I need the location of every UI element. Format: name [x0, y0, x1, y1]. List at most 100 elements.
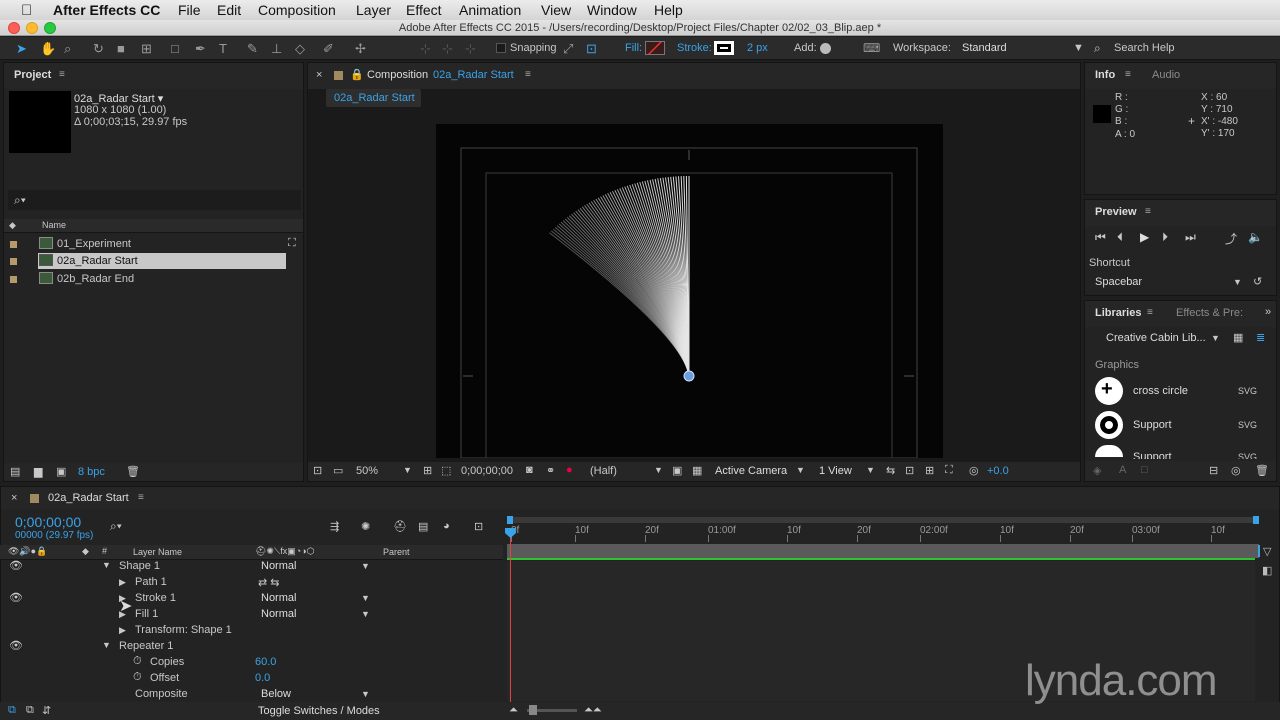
add-text-icon[interactable]: A: [1119, 464, 1126, 476]
lock-icon[interactable]: 🔒: [350, 68, 364, 81]
search-icon[interactable]: ⌕▾: [110, 519, 122, 534]
frame-blending-icon[interactable]: ▤: [418, 520, 428, 533]
layer-row[interactable]: ▶ Fill 1 Normal ▼: [0, 607, 503, 623]
layer-row[interactable]: ▶ Transform: Shape 1: [0, 623, 503, 639]
close-window-button[interactable]: [8, 22, 20, 34]
chevron-down-icon[interactable]: ▼: [796, 465, 805, 475]
library-dropdown[interactable]: Creative Cabin Lib...: [1106, 332, 1206, 344]
chevron-down-icon[interactable]: ▼: [866, 465, 875, 475]
library-item-name[interactable]: Support: [1133, 419, 1172, 431]
work-area-bar[interactable]: [507, 516, 1259, 524]
roto-brush-tool-icon[interactable]: ✐: [323, 41, 334, 57]
zoom-in-icon[interactable]: ⏶⏶: [584, 704, 602, 717]
layer-row[interactable]: 👁 ▶ Stroke 1 Normal ▼: [0, 591, 503, 607]
brush-tool-icon[interactable]: ✎: [247, 41, 258, 57]
last-frame-icon[interactable]: ⏭: [1185, 230, 1196, 245]
project-tab[interactable]: Project: [14, 69, 51, 81]
comp-tab-name[interactable]: 02a_Radar Start: [433, 69, 514, 81]
menu-view[interactable]: View: [541, 2, 571, 18]
play-icon[interactable]: ▶: [1140, 230, 1149, 244]
exposure-reset-icon[interactable]: ◎: [969, 464, 979, 477]
timeline-tab[interactable]: 02a_Radar Start: [48, 492, 129, 504]
layer-row[interactable]: ⏱ Offset 0.0: [0, 671, 503, 687]
graph-button-icon[interactable]: ◧: [1262, 564, 1272, 577]
trash-icon[interactable]: 🗑: [126, 465, 140, 478]
snap-features-icon[interactable]: ⊡: [586, 41, 597, 57]
shortcut-dropdown[interactable]: Spacebar: [1095, 276, 1142, 288]
reset-icon[interactable]: ↺: [1253, 275, 1262, 288]
fill-swatch[interactable]: [645, 41, 665, 55]
fill-label[interactable]: Fill:: [625, 42, 642, 54]
pen-tool-icon[interactable]: ✒: [195, 41, 206, 57]
library-item-name[interactable]: Support: [1133, 451, 1172, 459]
grid-view-icon[interactable]: ▦: [1233, 331, 1243, 344]
menu-window[interactable]: Window: [587, 2, 637, 18]
stroke-label[interactable]: Stroke:: [677, 42, 712, 54]
expand-triangle-icon[interactable]: ▼: [102, 640, 111, 650]
view-layout-dropdown[interactable]: 1 View: [819, 465, 852, 477]
snap-edges-icon[interactable]: ⤢: [563, 41, 573, 57]
add-menu-icon[interactable]: [820, 43, 831, 54]
chevron-down-icon[interactable]: ▼: [1233, 277, 1242, 287]
toggle-switches-modes-button[interactable]: Toggle Switches / Modes: [258, 705, 380, 717]
blend-mode-dropdown[interactable]: Normal: [261, 560, 296, 572]
preview-tab[interactable]: Preview: [1095, 206, 1137, 218]
comp-button-icon[interactable]: ▽: [1263, 545, 1271, 558]
path-direction-icon[interactable]: ⇄ ⇆: [258, 576, 280, 589]
show-snapshot-icon[interactable]: ⚭: [546, 464, 555, 477]
list-view-icon[interactable]: ≣: [1256, 331, 1265, 344]
minimize-window-button[interactable]: [26, 22, 38, 34]
project-item[interactable]: 01_Experiment ⛶: [4, 236, 303, 252]
offset-value[interactable]: 0.0: [255, 672, 270, 684]
zoom-out-icon[interactable]: ⏶: [509, 704, 518, 717]
name-column-header[interactable]: Name: [42, 220, 66, 230]
first-frame-icon[interactable]: ⏮: [1095, 230, 1106, 245]
chevron-down-icon[interactable]: ▼: [361, 689, 370, 699]
work-area-end[interactable]: [1253, 516, 1259, 524]
puppet-pin-tool-icon[interactable]: ✢: [355, 41, 366, 57]
add-color-icon[interactable]: ◈: [1093, 464, 1101, 477]
layer-row[interactable]: 👁 ▼ Repeater 1: [0, 639, 503, 655]
workspace-dropdown[interactable]: Standard: [962, 42, 1007, 54]
comp-viewer[interactable]: [436, 124, 943, 458]
layer-switches-toggle-icon[interactable]: ⧉: [8, 704, 16, 717]
app-menu[interactable]: After Effects CC: [53, 2, 160, 18]
composite-dropdown[interactable]: Below: [261, 688, 291, 700]
comp-mini-flowchart-icon[interactable]: ⇶: [330, 520, 339, 533]
rectangle-tool-icon[interactable]: □: [171, 41, 179, 56]
work-area-start[interactable]: [507, 516, 513, 524]
menu-animation[interactable]: Animation: [459, 2, 521, 18]
chevron-down-icon[interactable]: ▼: [654, 465, 663, 475]
comp-timecode[interactable]: 0;00;00;00: [461, 465, 513, 477]
menu-help[interactable]: Help: [654, 2, 683, 18]
stroke-width-value[interactable]: 2 px: [747, 42, 768, 54]
zoom-window-button[interactable]: [44, 22, 56, 34]
chevron-down-icon[interactable]: ▼: [361, 609, 370, 619]
expand-triangle-icon[interactable]: ▼: [102, 560, 111, 570]
workspace-icon[interactable]: ⌨: [863, 41, 880, 55]
layer-row[interactable]: Composite Below ▼: [0, 687, 503, 703]
label-column-icon[interactable]: ◆: [9, 220, 16, 231]
visibility-eye-icon[interactable]: 👁: [9, 559, 23, 572]
transfer-controls-toggle-icon[interactable]: ⧉: [26, 704, 34, 717]
graph-editor-icon[interactable]: ⊡: [474, 520, 483, 533]
library-item-name[interactable]: cross circle: [1133, 385, 1188, 397]
axis-local-icon[interactable]: ⊹: [420, 41, 431, 57]
pan-behind-tool-icon[interactable]: ⊞: [141, 41, 152, 57]
close-icon[interactable]: ×: [11, 492, 17, 504]
blend-mode-dropdown[interactable]: Normal: [261, 608, 296, 620]
panel-menu-icon[interactable]: ≡: [1125, 69, 1131, 80]
stroke-swatch[interactable]: [714, 41, 734, 55]
always-preview-icon[interactable]: ⊡: [313, 464, 322, 477]
parent-header[interactable]: Parent: [383, 547, 410, 557]
mute-audio-icon[interactable]: 🔈: [1248, 230, 1263, 244]
current-time-display[interactable]: 0;00;00;00: [15, 514, 81, 530]
effects-presets-tab[interactable]: Effects & Pre:: [1176, 307, 1243, 319]
project-search-input[interactable]: ⌕▾: [8, 190, 301, 210]
panel-menu-icon[interactable]: ≡: [525, 69, 531, 80]
chevron-down-icon[interactable]: ▼: [361, 593, 370, 603]
fast-preview-icon[interactable]: ⊡: [905, 464, 914, 477]
hand-tool-icon[interactable]: ✋: [40, 41, 56, 57]
layer-name-header[interactable]: Layer Name: [133, 547, 182, 557]
in-out-toggle-icon[interactable]: ⇵: [42, 704, 51, 717]
